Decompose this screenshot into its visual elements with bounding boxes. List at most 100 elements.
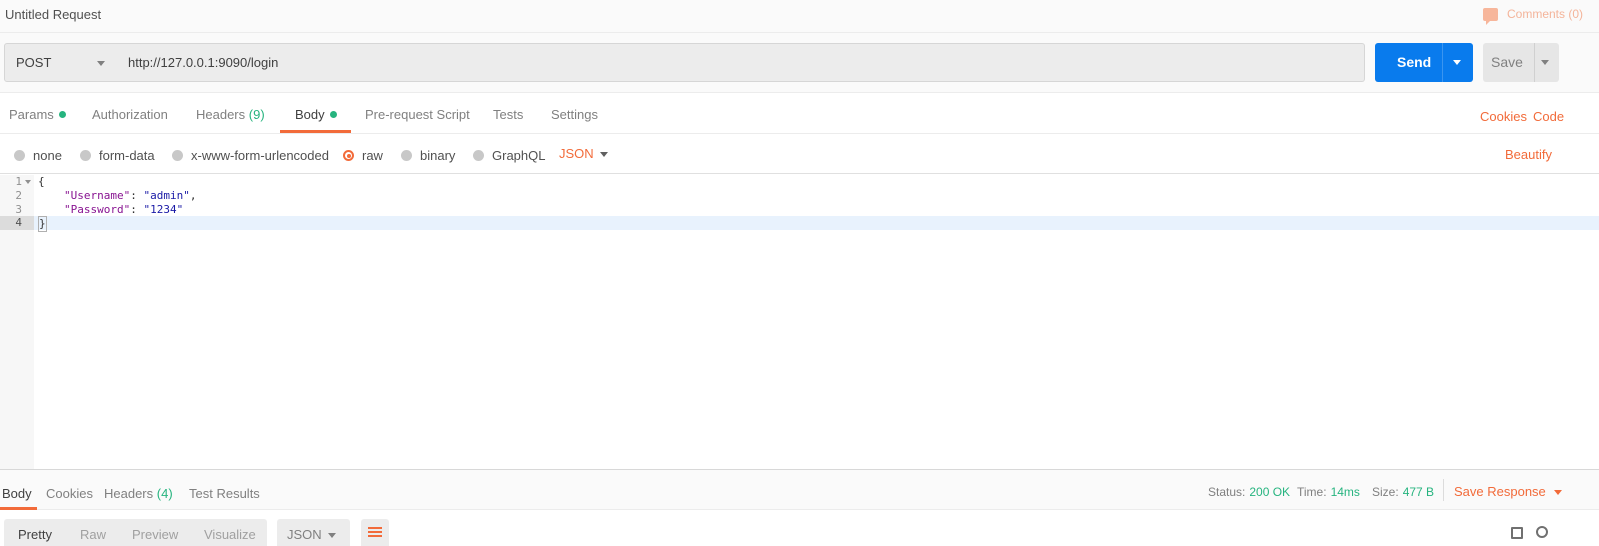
radio-graphql-label: GraphQL (492, 148, 546, 163)
radio-graphql-circle (473, 150, 484, 161)
body-editor[interactable]: 1 { 2 "Username": "admin", 3 "Password":… (0, 175, 1599, 469)
line-number: 4 (0, 216, 34, 230)
radio-x-www-form-urlencoded[interactable]: x-www-form-urlencoded (172, 148, 329, 163)
save-response-button[interactable]: Save Response (1454, 484, 1562, 499)
active-response-tab-underline (0, 507, 37, 510)
code-line: 2 "Username": "admin", (0, 189, 1599, 203)
response-tab-body[interactable]: Body (2, 486, 32, 501)
radio-form-data-circle (80, 150, 91, 161)
beautify-link[interactable]: Beautify (1505, 147, 1552, 162)
send-dropdown-icon[interactable] (1453, 60, 1461, 65)
size-label: Size: (1372, 485, 1399, 499)
radio-none-circle (14, 150, 25, 161)
view-pretty[interactable]: Pretty (18, 527, 52, 542)
save-divider (1534, 43, 1535, 82)
send-label: Send (1397, 54, 1432, 70)
response-format-value: JSON (287, 527, 322, 542)
radio-graphql[interactable]: GraphQL (473, 148, 545, 163)
tab-headers[interactable]: Headers (9) (196, 107, 265, 122)
wrap-lines-icon (368, 527, 382, 529)
size-value: 477 B (1402, 485, 1435, 499)
wrap-lines-button[interactable] (361, 519, 389, 546)
raw-language-value: JSON (559, 146, 594, 161)
chevron-down-icon (1553, 490, 1562, 496)
json-value: "admin" (143, 189, 190, 202)
send-button[interactable]: Send (1375, 43, 1473, 82)
json-key: "Username" (64, 189, 131, 202)
radio-form-data-label: form-data (99, 148, 155, 163)
send-divider (1442, 43, 1443, 82)
bracket-match: } (38, 216, 47, 232)
json-value: "1234" (143, 203, 184, 216)
response-tab-cookies[interactable]: Cookies (46, 486, 93, 501)
radio-binary[interactable]: binary (401, 148, 455, 163)
code-link[interactable]: Code (1533, 109, 1564, 124)
response-divider (1443, 479, 1444, 501)
code-line: 1 { (0, 175, 1599, 189)
status-label: Status: (1208, 485, 1246, 499)
response-tab-headers-count: (4) (156, 486, 173, 501)
code-line: 3 "Password": "1234" (0, 203, 1599, 217)
save-dropdown-icon[interactable] (1541, 60, 1549, 65)
view-raw[interactable]: Raw (80, 527, 106, 542)
request-title[interactable]: Untitled Request (5, 7, 101, 22)
code-text: } (38, 216, 47, 232)
radio-raw[interactable]: raw (343, 148, 383, 163)
radio-form-data[interactable]: form-data (80, 148, 155, 163)
tab-headers-label: Headers (196, 107, 246, 122)
response-format-select[interactable]: JSON (277, 519, 350, 546)
view-mode-group: Pretty Raw Preview Visualize (4, 519, 267, 546)
copy-icon[interactable] (1511, 527, 1523, 539)
search-icon[interactable] (1536, 526, 1548, 538)
response-header: Body Cookies Headers (4) Test Results St… (0, 469, 1599, 510)
response-tab-headers[interactable]: Headers (4) (104, 486, 173, 501)
radio-urlencoded-label: x-www-form-urlencoded (191, 148, 329, 163)
tab-params[interactable]: Params (9, 107, 66, 122)
response-tab-headers-label: Headers (104, 486, 154, 501)
comments-button[interactable]: Comments (0) (1482, 7, 1583, 25)
time-readout: Time: 14ms (1297, 485, 1360, 499)
radio-none[interactable]: none (14, 148, 62, 163)
method-select[interactable]: POST (4, 43, 118, 82)
raw-language-select[interactable]: JSON (559, 146, 608, 161)
radio-raw-circle (343, 150, 354, 161)
tab-pre-request-script[interactable]: Pre-request Script (365, 107, 470, 122)
line-number: 1 (15, 175, 22, 188)
tab-headers-count: (9) (248, 107, 265, 122)
response-tab-test-results[interactable]: Test Results (189, 486, 260, 501)
url-bar: POST Send Save (0, 33, 1599, 93)
chevron-down-icon (97, 61, 105, 66)
cookies-link[interactable]: Cookies (1480, 109, 1527, 124)
save-button[interactable]: Save (1483, 43, 1559, 82)
view-preview[interactable]: Preview (132, 527, 178, 542)
body-type-selector: none form-data x-www-form-urlencoded raw… (0, 135, 1599, 174)
tab-body[interactable]: Body (295, 107, 337, 122)
body-indicator-dot (329, 111, 337, 119)
tab-authorization[interactable]: Authorization (92, 107, 168, 122)
time-value: 14ms (1330, 485, 1360, 499)
tab-body-label: Body (295, 107, 325, 122)
code-text: "Password": "1234" (64, 203, 184, 216)
time-label: Time: (1297, 485, 1327, 499)
radio-binary-label: binary (420, 148, 456, 163)
comments-label: Comments (0) (1506, 7, 1583, 21)
active-tab-underline (280, 130, 351, 133)
save-label: Save (1491, 54, 1523, 70)
method-value: POST (16, 55, 52, 70)
status-readout: Status: 200 OK (1208, 485, 1290, 499)
chevron-down-icon (600, 152, 608, 157)
tab-tests[interactable]: Tests (493, 107, 523, 122)
url-input[interactable] (117, 43, 1365, 82)
view-visualize[interactable]: Visualize (204, 527, 256, 542)
save-response-label: Save Response (1454, 484, 1546, 499)
response-toolbar: Pretty Raw Preview Visualize JSON (0, 511, 1599, 546)
radio-binary-circle (401, 150, 412, 161)
tab-params-label: Params (9, 107, 54, 122)
code-text: "Username": "admin", (64, 189, 197, 202)
tab-settings[interactable]: Settings (551, 107, 598, 122)
request-tabs: Params Authorization Headers (9) Body Pr… (0, 94, 1599, 134)
size-readout: Size: 477 B (1372, 485, 1434, 499)
radio-urlencoded-circle (172, 150, 183, 161)
params-indicator-dot (58, 111, 66, 119)
fold-toggle-icon[interactable] (25, 180, 31, 184)
